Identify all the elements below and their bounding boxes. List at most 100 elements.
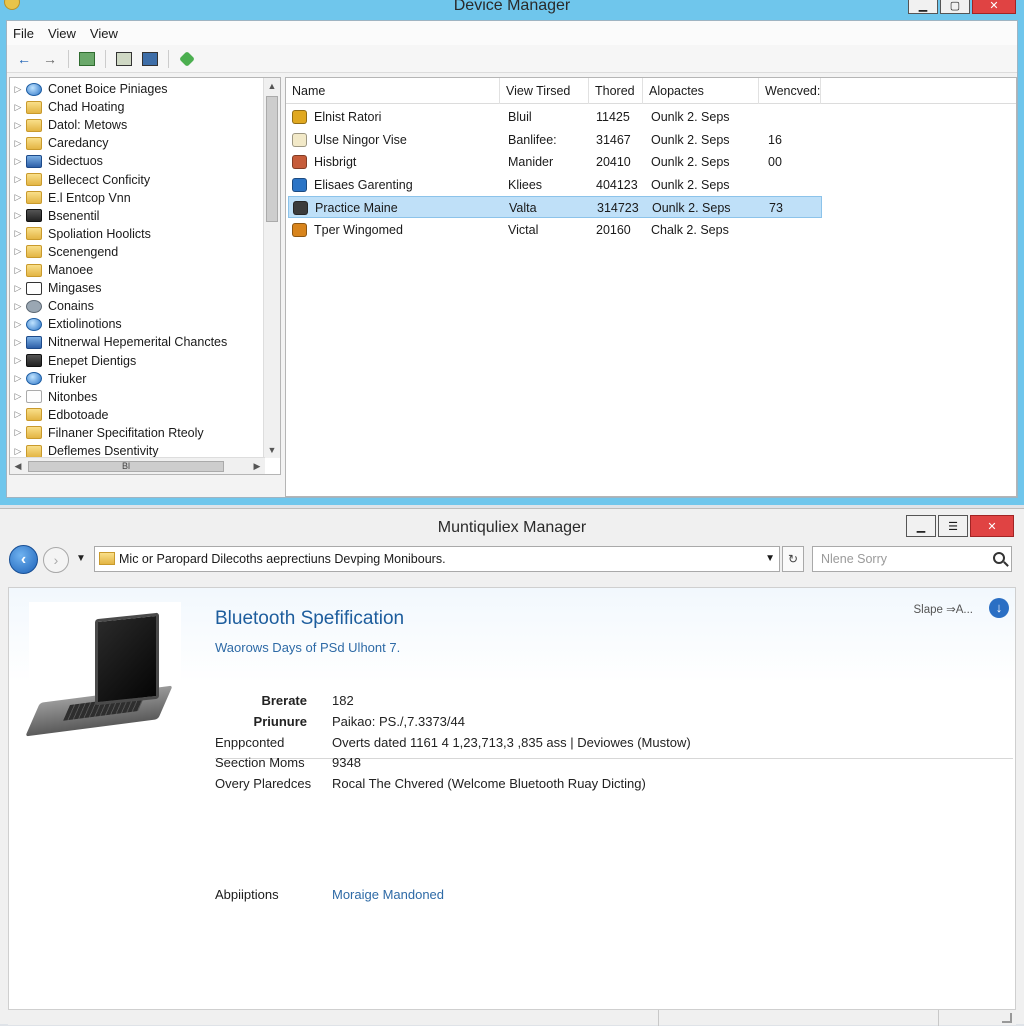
scan-hardware-icon[interactable] bbox=[176, 49, 198, 69]
column-header-wencved[interactable]: Wencved: bbox=[759, 78, 821, 104]
tree-item[interactable]: ▷ Enepet Dientigs bbox=[10, 352, 137, 370]
update-icon[interactable] bbox=[113, 49, 135, 69]
tree-item[interactable]: ▷ Bellecect Conficity bbox=[10, 171, 151, 189]
tree-item[interactable]: ▷ Mingases bbox=[10, 279, 102, 297]
sort-label[interactable]: Slape ⇒A... bbox=[914, 602, 974, 616]
cell-thored: 20160 bbox=[596, 223, 631, 237]
search-input[interactable]: Nlene Sorry bbox=[812, 546, 1012, 572]
recent-pages-chevron-down-icon[interactable]: ▼ bbox=[76, 553, 86, 564]
table-row[interactable]: Elnist Ratori Bluil 11425 Ounlk 2. Seps bbox=[288, 106, 822, 128]
tree-item-label: Sidectuos bbox=[48, 154, 103, 169]
tree-item[interactable]: ▷ Triuker bbox=[10, 370, 87, 388]
tree-item[interactable]: ▷ E.l Entcop Vnn bbox=[10, 189, 131, 207]
scroll-up-arrow-icon[interactable]: ▲ bbox=[264, 78, 280, 94]
tree-item[interactable]: ▷ Caredancy bbox=[10, 134, 109, 152]
properties-icon[interactable] bbox=[76, 49, 98, 69]
property-value: 9348 bbox=[332, 755, 361, 770]
horizontal-scroll-thumb[interactable]: Bl bbox=[28, 461, 224, 472]
forward-arrow-icon[interactable]: → bbox=[39, 49, 61, 69]
scroll-thumb[interactable] bbox=[266, 96, 278, 222]
refresh-button[interactable]: ↻ bbox=[782, 546, 804, 572]
monitor-icon[interactable] bbox=[139, 49, 161, 69]
column-header-thored[interactable]: Thored bbox=[589, 78, 643, 104]
tree-item[interactable]: ▷ Conet Boice Piniages bbox=[10, 80, 168, 98]
tree-item[interactable]: ▷ Extiolinotions bbox=[10, 315, 122, 333]
tree-item[interactable]: ▷ Chad Hoating bbox=[10, 98, 125, 116]
tree-item[interactable]: ▷ Scenengend bbox=[10, 243, 119, 261]
table-row[interactable]: Hisbrigt Manider 20410 Ounlk 2. Seps 00 bbox=[288, 151, 822, 173]
address-dropdown-chevron-down-icon[interactable]: ▼ bbox=[765, 553, 775, 564]
tree-vertical-scrollbar[interactable]: ▲ ▼ bbox=[263, 78, 280, 458]
tree-item[interactable]: ▷ Datol: Metows bbox=[10, 116, 128, 134]
expand-chevron-icon[interactable]: ▷ bbox=[10, 228, 26, 239]
expand-chevron-icon[interactable]: ▷ bbox=[10, 192, 26, 203]
close-button[interactable]: ✕ bbox=[970, 515, 1014, 537]
scroll-right-arrow-icon[interactable]: ▶ bbox=[249, 458, 265, 474]
search-icon[interactable] bbox=[993, 552, 1005, 564]
scroll-down-arrow-icon[interactable]: ▼ bbox=[264, 442, 280, 458]
expand-chevron-icon[interactable]: ▷ bbox=[10, 210, 26, 221]
tree-item[interactable]: ▷ Filnaner Specifitation Rteoly bbox=[10, 424, 204, 442]
tree-item[interactable]: ▷ Nitnerwal Hepemerital Chanctes bbox=[10, 333, 228, 351]
tree-item-label: Nitonbes bbox=[48, 389, 98, 404]
expand-chevron-icon[interactable]: ▷ bbox=[10, 409, 26, 420]
expand-chevron-icon[interactable]: ▷ bbox=[10, 355, 26, 366]
minimize-button[interactable]: ▁ bbox=[906, 515, 936, 537]
device-icon bbox=[292, 155, 307, 170]
tree-item[interactable]: ▷ Manoee bbox=[10, 261, 94, 279]
expand-chevron-icon[interactable]: ▷ bbox=[10, 301, 26, 312]
menu-view-2[interactable]: View bbox=[90, 26, 118, 41]
expand-chevron-icon[interactable]: ▷ bbox=[10, 319, 26, 330]
expand-chevron-icon[interactable]: ▷ bbox=[10, 138, 26, 149]
table-row[interactable]: Practice Maine Valta 314723 Ounlk 2. Seps 73 bbox=[288, 196, 822, 219]
tree-item[interactable]: ▷ Conains bbox=[10, 297, 94, 315]
expand-chevron-icon[interactable]: ▷ bbox=[10, 102, 26, 113]
tree-item-label: Filnaner Specifitation Rteoly bbox=[48, 425, 204, 440]
globe-icon bbox=[26, 82, 42, 96]
expand-chevron-icon[interactable]: ▷ bbox=[10, 446, 26, 457]
expand-chevron-icon[interactable]: ▷ bbox=[10, 246, 26, 257]
expand-chevron-icon[interactable]: ▷ bbox=[10, 174, 26, 185]
maximize-button[interactable]: ☰ bbox=[938, 515, 968, 537]
expand-chevron-icon[interactable]: ▷ bbox=[10, 427, 26, 438]
resize-grip-icon[interactable] bbox=[1002, 1013, 1012, 1023]
column-header-alopactes[interactable]: Alopactes bbox=[643, 78, 759, 104]
menu-file[interactable]: File bbox=[13, 26, 34, 41]
forward-button[interactable]: › bbox=[43, 547, 69, 573]
maximize-button[interactable]: ▢ bbox=[940, 0, 970, 14]
cell-view: Bluil bbox=[508, 110, 532, 124]
column-header-name[interactable]: Name bbox=[286, 78, 500, 104]
tree-horizontal-scrollbar[interactable]: ◀ Bl ▶ bbox=[10, 457, 265, 474]
menu-view[interactable]: View bbox=[48, 26, 76, 41]
expand-chevron-icon[interactable]: ▷ bbox=[10, 120, 26, 131]
minimize-button[interactable]: ▁ bbox=[908, 0, 938, 14]
table-row[interactable]: Ulse Ningor Vise Banlifee: 31467 Ounlk 2. S… bbox=[288, 129, 822, 151]
info-icon[interactable]: ↓ bbox=[989, 598, 1009, 618]
globe-icon bbox=[26, 317, 42, 331]
column-header-view-tirsed[interactable]: View Tirsed bbox=[500, 78, 589, 104]
back-arrow-icon[interactable]: ← bbox=[13, 49, 35, 69]
folder-icon bbox=[26, 426, 42, 440]
applications-link[interactable]: Moraige Mandoned bbox=[332, 887, 444, 902]
table-row[interactable]: Elisaes Garenting Kliees 404123 Ounlk 2. Se… bbox=[288, 174, 822, 196]
expand-chevron-icon[interactable]: ▷ bbox=[10, 391, 26, 402]
tree-item[interactable]: ▷ Sidectuos bbox=[10, 152, 103, 170]
back-button[interactable]: ‹ bbox=[9, 545, 38, 574]
device-icon bbox=[292, 132, 307, 147]
applications-label: Abpiiptions bbox=[215, 887, 279, 902]
expand-chevron-icon[interactable]: ▷ bbox=[10, 156, 26, 167]
address-path[interactable]: Mic or Paropard Dilecoths aeprectiuns De… bbox=[119, 552, 446, 566]
expand-chevron-icon[interactable]: ▷ bbox=[10, 373, 26, 384]
expand-chevron-icon[interactable]: ▷ bbox=[10, 283, 26, 294]
tree-item[interactable]: ▷ Bsenentil bbox=[10, 207, 100, 225]
table-row[interactable]: Tper Wingomed Victal 20160 Chalk 2. Seps bbox=[288, 219, 822, 241]
close-button[interactable]: ✕ bbox=[972, 0, 1016, 14]
expand-chevron-icon[interactable]: ▷ bbox=[10, 265, 26, 276]
tree-item[interactable]: ▷ Edbotoade bbox=[10, 406, 109, 424]
tree-item[interactable]: ▷ Spoliation Hoolicts bbox=[10, 225, 151, 243]
address-bar[interactable]: Mic or Paropard Dilecoths aeprectiuns De… bbox=[94, 546, 780, 572]
tree-item[interactable]: ▷ Nitonbes bbox=[10, 388, 98, 406]
expand-chevron-icon[interactable]: ▷ bbox=[10, 84, 26, 95]
scroll-left-arrow-icon[interactable]: ◀ bbox=[10, 458, 26, 474]
expand-chevron-icon[interactable]: ▷ bbox=[10, 337, 26, 348]
